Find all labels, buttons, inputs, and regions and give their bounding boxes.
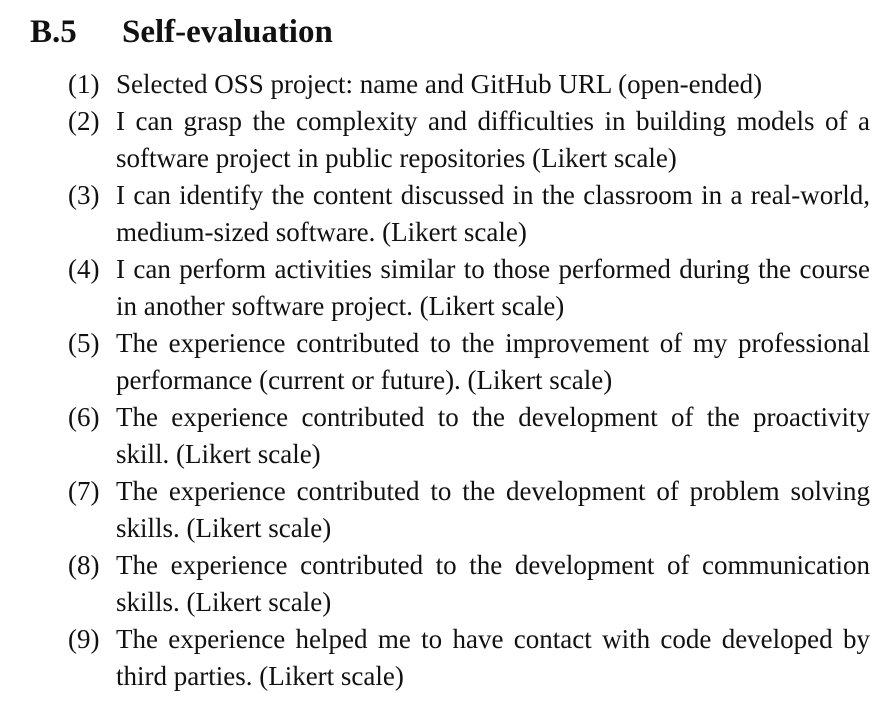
section-number: B.5 — [30, 14, 77, 50]
question-text: The experience contributed to the develo… — [116, 476, 870, 543]
question-item-2: (2) I can grasp the complexity and diffi… — [30, 103, 870, 177]
question-number: (9) — [68, 624, 100, 654]
question-item-4: (4) I can perform activities similar to … — [30, 251, 870, 325]
question-number: (4) — [68, 254, 100, 284]
self-evaluation-section: B.5 Self-evaluation (1) Selected OSS pro… — [30, 10, 870, 695]
question-item-5: (5) The experience contributed to the im… — [30, 325, 870, 399]
question-text: I can perform activities similar to thos… — [116, 254, 870, 321]
section-heading: B.5 Self-evaluation — [30, 10, 870, 54]
question-item-1: (1) Selected OSS project: name and GitHu… — [30, 66, 870, 103]
question-number: (8) — [68, 550, 100, 580]
question-number: (2) — [68, 106, 100, 136]
question-text: The experience contributed to the develo… — [116, 402, 870, 469]
question-text: I can identify the content discussed in … — [116, 180, 870, 247]
question-number: (6) — [68, 402, 100, 432]
question-number: (3) — [68, 180, 100, 210]
question-item-6: (6) The experience contributed to the de… — [30, 399, 870, 473]
question-text: I can grasp the complexity and difficult… — [116, 106, 870, 173]
question-number: (5) — [68, 328, 100, 358]
question-item-3: (3) I can identify the content discussed… — [30, 177, 870, 251]
question-text: Selected OSS project: name and GitHub UR… — [116, 69, 763, 99]
section-title: Self-evaluation — [122, 14, 333, 50]
question-item-7: (7) The experience contributed to the de… — [30, 473, 870, 547]
question-number: (1) — [68, 69, 100, 99]
question-text: The experience contributed to the improv… — [116, 328, 870, 395]
question-text: The experience contributed to the develo… — [116, 550, 870, 617]
question-number: (7) — [68, 476, 100, 506]
question-item-8: (8) The experience contributed to the de… — [30, 547, 870, 621]
question-list: (1) Selected OSS project: name and GitHu… — [30, 66, 870, 695]
question-item-9: (9) The experience helped me to have con… — [30, 621, 870, 695]
question-text: The experience helped me to have contact… — [116, 624, 870, 691]
